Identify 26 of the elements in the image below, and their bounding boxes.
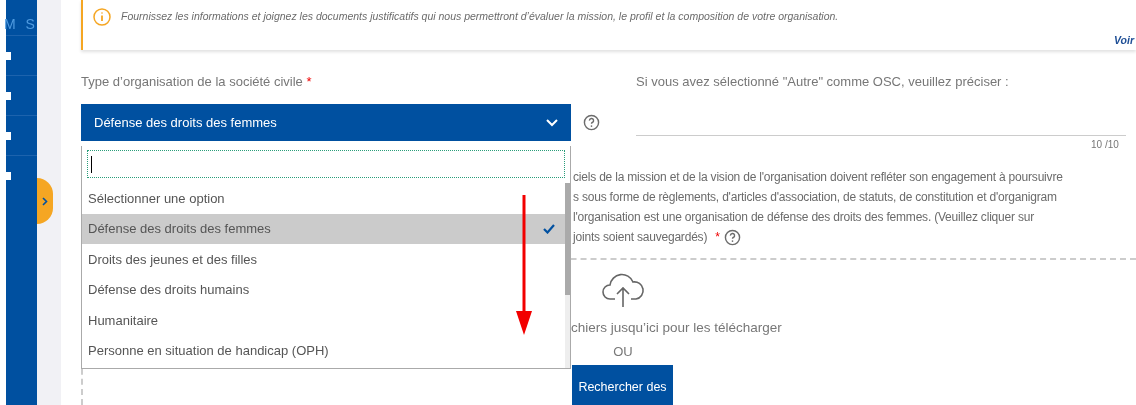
- scrollbar-thumb[interactable]: [565, 183, 570, 295]
- dropdown-option[interactable]: Défense des droits des femmes: [82, 213, 565, 244]
- sidebar-toggle[interactable]: [37, 178, 53, 224]
- chevron-right-icon: [42, 196, 48, 206]
- browse-button[interactable]: Rechercher des: [572, 365, 673, 405]
- cloud-upload-icon: [601, 272, 645, 309]
- select-field[interactable]: Défense des droits des femmes: [81, 104, 571, 142]
- search-field[interactable]: [87, 150, 565, 178]
- char-counter: 10 /10: [1091, 138, 1119, 153]
- required-mark: *: [715, 229, 720, 247]
- notice-link[interactable]: Voir: [1113, 33, 1134, 49]
- field-label: Si vous avez sélectionné "Autre" comme OSC, veuillez préciser :: [636, 72, 1010, 91]
- info-icon: [93, 8, 111, 26]
- text-cursor: [91, 155, 92, 173]
- description-text: joints soient sauvegardés): [573, 229, 708, 247]
- description-text: l'organisation est une organisation de défense des droits des femmes. (Veuillez cliquer sur: [573, 209, 1036, 227]
- field-label: Type d’organisation de la société civile *: [81, 72, 313, 91]
- notice-text: Fournissez les informations et joignez les documents justificatifs qui nous permettront d’évaluer la mission, le profil et la composition de votre organisation.: [121, 9, 839, 25]
- help-icon[interactable]: [723, 228, 741, 246]
- chevron-down-icon: [546, 118, 558, 127]
- check-icon: [543, 223, 555, 234]
- help-icon[interactable]: [583, 114, 600, 132]
- description-text: s sous forme de règlements, d'articles d'association, de statuts, de constitution et d'organigram: [573, 189, 1058, 207]
- description-text: ciels de la mission et de la vision de l'organisation doivent refléter son engagement à poursuivre: [573, 169, 1064, 187]
- drop-text: chiers jusqu’ici pour les télécharger: [571, 319, 783, 338]
- separator-text: OU: [612, 342, 634, 361]
